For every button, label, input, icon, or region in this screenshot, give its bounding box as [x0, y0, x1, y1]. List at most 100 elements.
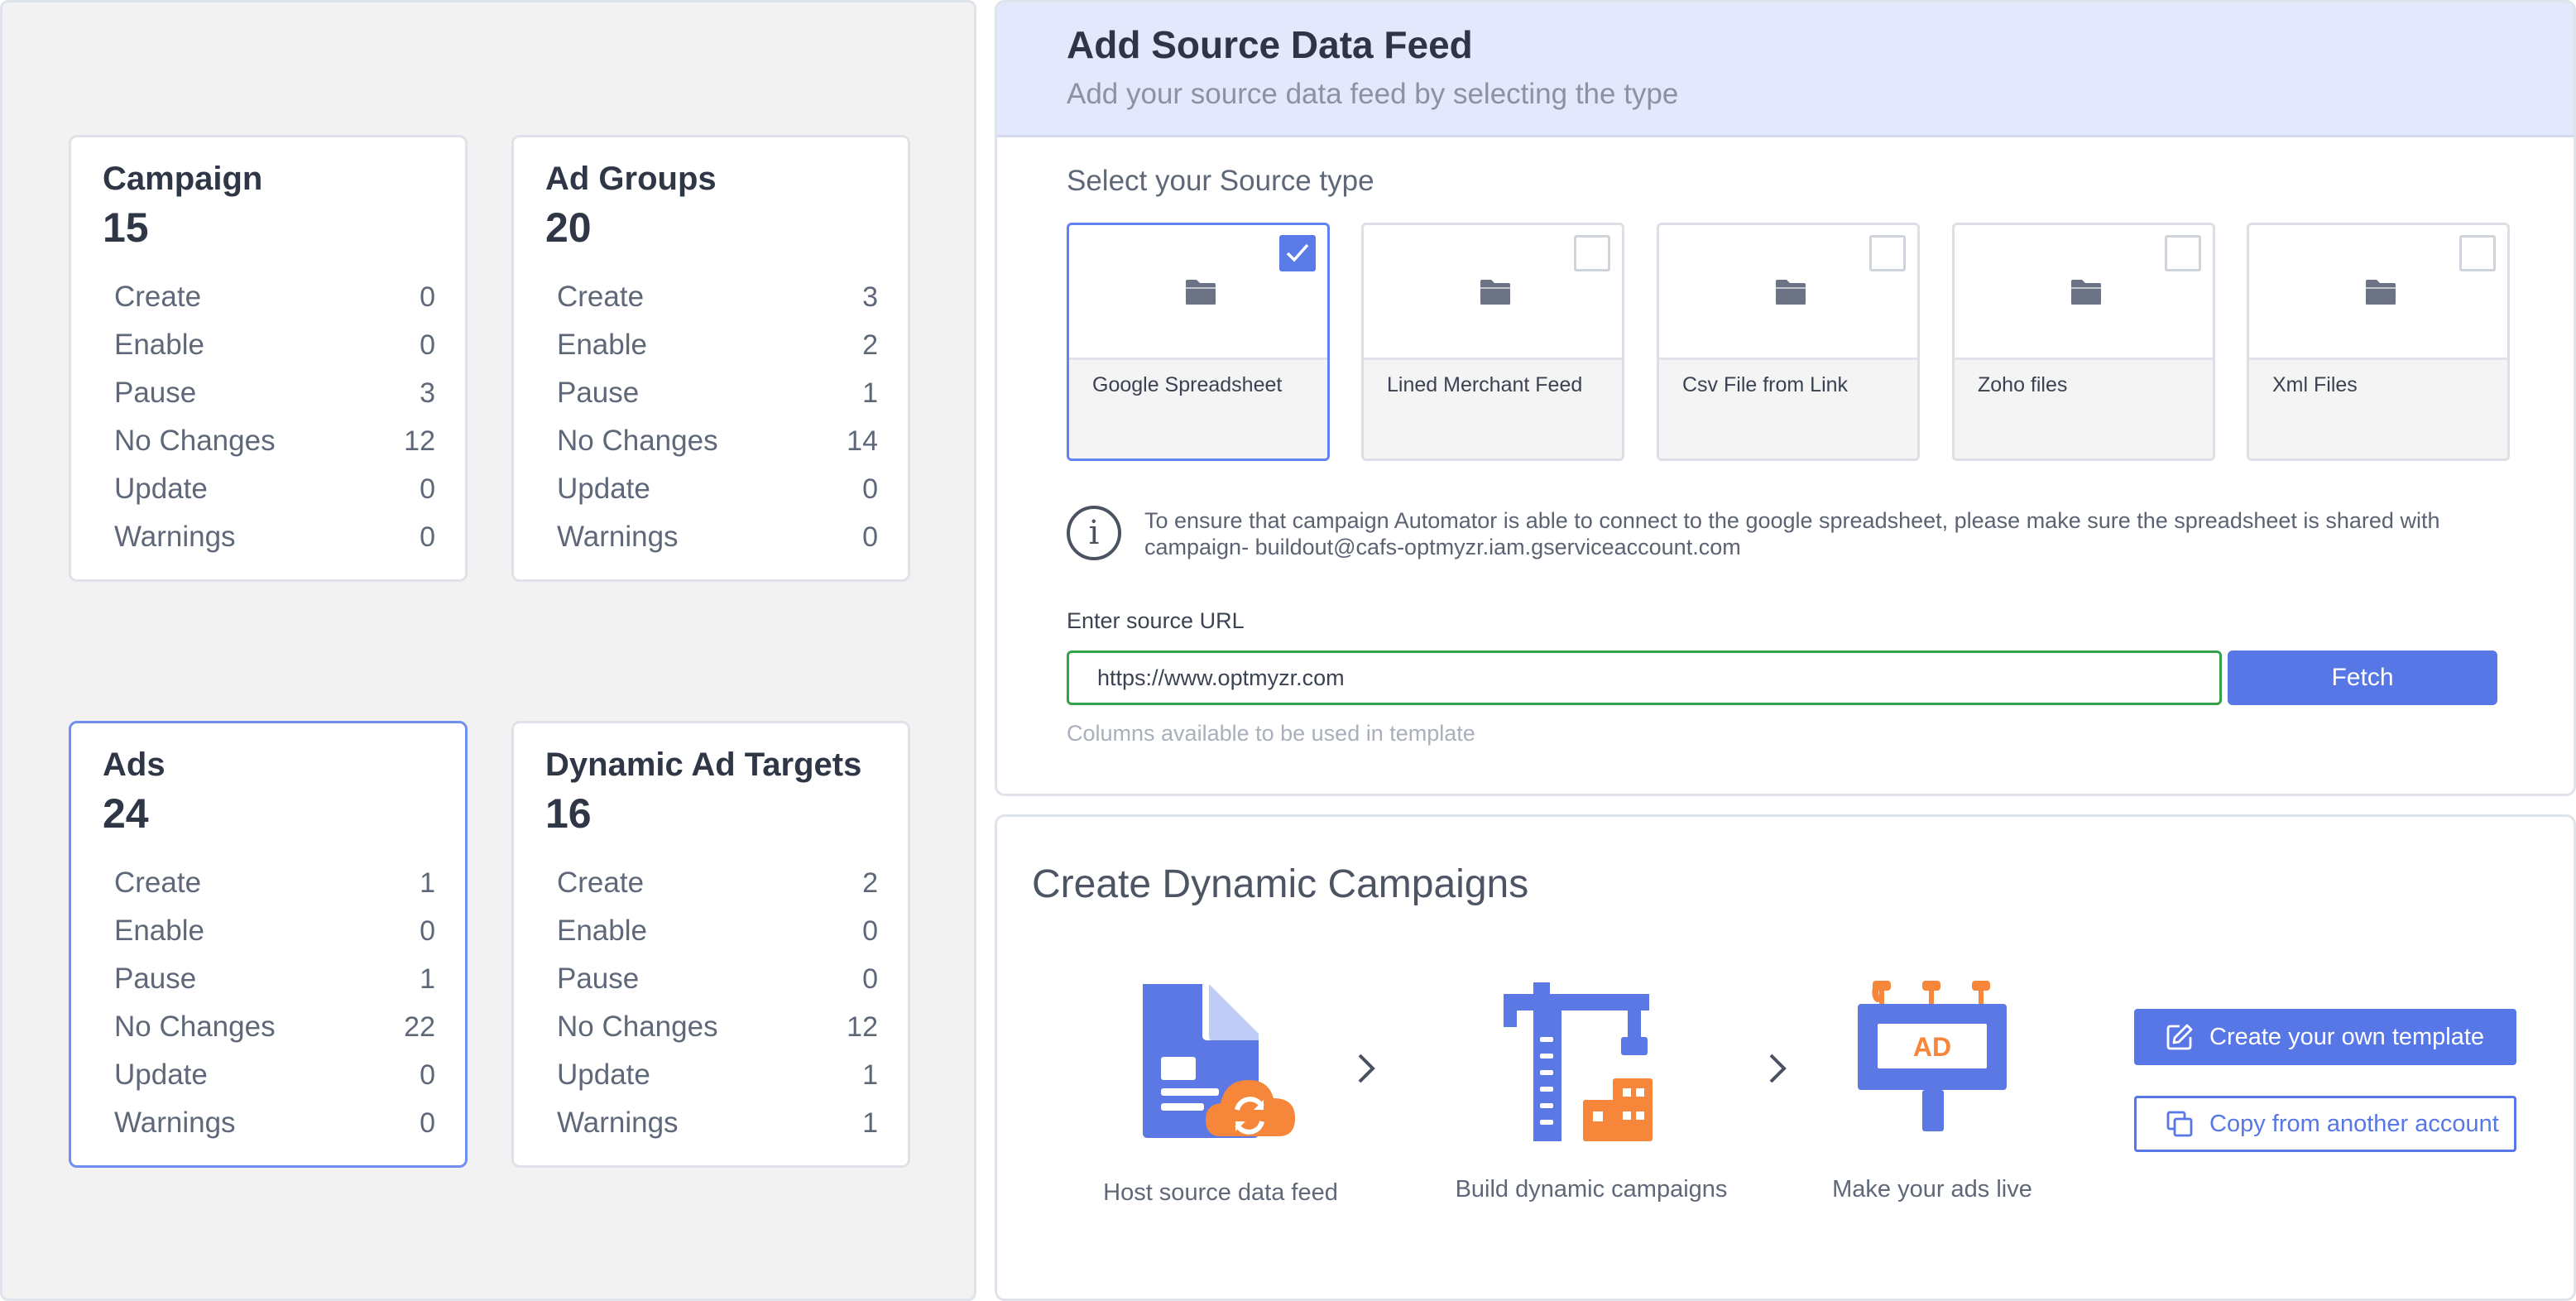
stat-row-label: No Changes [114, 425, 276, 457]
stat-card-campaign[interactable]: Campaign 15 Create 0 Enable 0 Pause 3 No Ch… [69, 135, 468, 582]
stat-row-label: Enable [557, 915, 647, 947]
source-card-xml-files[interactable]: Xml Files [2247, 223, 2510, 461]
stat-row-create: Create 3 [545, 273, 878, 321]
stat-rows: Create 0 Enable 0 Pause 3 No Changes 12 Upda… [103, 273, 435, 561]
create-dynamic-campaigns-panel: Create Dynamic Campaigns Host source dat… [995, 814, 2576, 1301]
stat-row-warnings: Warnings 0 [545, 513, 878, 561]
stat-row-value: 2 [862, 329, 878, 361]
stat-row-update: Update 0 [103, 465, 435, 513]
source-card-top [1659, 225, 1917, 358]
stat-row-value: 0 [420, 1107, 435, 1139]
stat-row-warnings: Warnings 0 [103, 1099, 435, 1147]
stat-row-pause: Pause 0 [545, 955, 878, 1003]
stat-card-title: Dynamic Ad Targets [545, 747, 862, 783]
stat-row-label: Pause [114, 963, 197, 995]
source-card-top [1364, 225, 1622, 358]
stat-row-label: Warnings [114, 521, 236, 553]
stat-row-label: Pause [114, 377, 197, 409]
stat-row-value: 0 [420, 473, 435, 505]
stat-row-update: Update 0 [545, 465, 878, 513]
create-template-button[interactable]: Create your own template [2134, 1009, 2516, 1065]
source-checkbox[interactable] [1574, 235, 1610, 271]
stat-row-label: Create [557, 281, 645, 313]
stat-row-create: Create 0 [103, 273, 435, 321]
stat-rows: Create 3 Enable 2 Pause 1 No Changes 14 Upda… [545, 273, 878, 561]
stat-row-enable: Enable 0 [545, 907, 878, 955]
source-card-google-spreadsheet[interactable]: Google Spreadsheet [1067, 223, 1330, 461]
source-card-label: Google Spreadsheet [1069, 358, 1327, 458]
fetch-button[interactable]: Fetch [2228, 650, 2497, 705]
stat-row-value: 3 [420, 377, 435, 409]
chevron-right-icon [1358, 1054, 1375, 1083]
source-checkbox[interactable] [1279, 235, 1316, 271]
stat-row-label: No Changes [557, 1011, 718, 1043]
source-checkbox[interactable] [1869, 235, 1906, 271]
source-checkbox[interactable] [2165, 235, 2201, 271]
stat-row-label: Create [114, 281, 202, 313]
stat-row-value: 0 [420, 329, 435, 361]
create-template-label: Create your own template [2209, 1023, 2485, 1050]
stat-row-value: 1 [420, 963, 435, 995]
source-checkbox[interactable] [2459, 235, 2496, 271]
checkmark-icon [1286, 243, 1309, 262]
copy-from-account-button[interactable]: Copy from another account [2134, 1096, 2516, 1152]
stat-row-value: 14 [847, 425, 878, 457]
stat-row-no-changes: No Changes 22 [103, 1003, 435, 1051]
stat-row-enable: Enable 0 [103, 907, 435, 955]
ad-billboard-icon: AD [1858, 981, 2007, 1131]
copy-icon [2166, 1111, 2193, 1137]
feed-title: Add Source Data Feed [1067, 23, 1473, 66]
share-info-notice: i To ensure that campaign Automator is a… [1067, 506, 2518, 560]
stat-row-label: Warnings [557, 521, 679, 553]
add-source-feed-panel: Add Source Data Feed Add your source dat… [995, 0, 2576, 796]
stat-row-label: Enable [114, 915, 204, 947]
stat-row-label: Create [114, 867, 202, 899]
stat-row-value: 0 [420, 281, 435, 313]
stat-row-label: Pause [557, 377, 640, 409]
feed-subtitle: Add your source data feed by selecting t… [1067, 78, 1679, 110]
stat-row-create: Create 2 [545, 859, 878, 907]
stat-row-value: 1 [862, 1059, 878, 1091]
source-card-label: Xml Files [2249, 358, 2507, 458]
stat-row-value: 3 [862, 281, 878, 313]
edit-icon [2166, 1024, 2193, 1050]
stat-row-no-changes: No Changes 14 [545, 417, 878, 465]
stat-card-title: Campaign [103, 161, 263, 197]
stat-row-label: Warnings [114, 1107, 236, 1139]
source-card-zoho-files[interactable]: Zoho files [1952, 223, 2215, 461]
stat-row-label: Enable [557, 329, 647, 361]
summary-panel: Campaign 15 Create 0 Enable 0 Pause 3 No Ch… [0, 0, 976, 1301]
source-card-lined-merchant-feed[interactable]: Lined Merchant Feed [1361, 223, 1624, 461]
stat-row-value: 1 [862, 1107, 878, 1139]
stat-row-enable: Enable 0 [103, 321, 435, 369]
folder-icon [1186, 280, 1216, 305]
stat-row-value: 0 [862, 915, 878, 947]
stat-rows: Create 2 Enable 0 Pause 0 No Changes 12 Upda… [545, 859, 878, 1147]
stat-card-dynamic-ad-targets[interactable]: Dynamic Ad Targets 16 Create 2 Enable 0 Pa… [511, 721, 910, 1168]
source-card-csv-file-from-link[interactable]: Csv File from Link [1657, 223, 1920, 461]
stat-row-pause: Pause 1 [545, 369, 878, 417]
stat-row-no-changes: No Changes 12 [103, 417, 435, 465]
share-info-text: To ensure that campaign Automator is abl… [1144, 506, 2518, 560]
stat-card-ad-groups[interactable]: Ad Groups 20 Create 3 Enable 2 Pause 1 No C… [511, 135, 910, 582]
stat-row-no-changes: No Changes 12 [545, 1003, 878, 1051]
chevron-right-icon [1769, 1054, 1787, 1083]
stat-row-create: Create 1 [103, 859, 435, 907]
stat-row-label: Update [557, 1059, 650, 1091]
folder-icon [1776, 280, 1806, 305]
source-card-label: Csv File from Link [1659, 358, 1917, 458]
stat-row-label: Pause [557, 963, 640, 995]
source-card-label: Lined Merchant Feed [1364, 358, 1622, 458]
stat-row-value: 0 [420, 1059, 435, 1091]
folder-icon [2366, 280, 2396, 305]
source-card-top [1955, 225, 2213, 358]
source-card-top [2249, 225, 2507, 358]
stat-card-ads[interactable]: Ads 24 Create 1 Enable 0 Pause 1 No Changes… [69, 721, 468, 1168]
folder-icon [2071, 280, 2101, 305]
source-url-input[interactable] [1067, 650, 2222, 705]
folder-icon [1480, 280, 1510, 305]
dynamic-title: Create Dynamic Campaigns [1032, 862, 1529, 906]
stat-row-label: Update [114, 473, 208, 505]
step-label-live: Make your ads live [1832, 1176, 2032, 1203]
copy-from-account-label: Copy from another account [2209, 1110, 2499, 1137]
